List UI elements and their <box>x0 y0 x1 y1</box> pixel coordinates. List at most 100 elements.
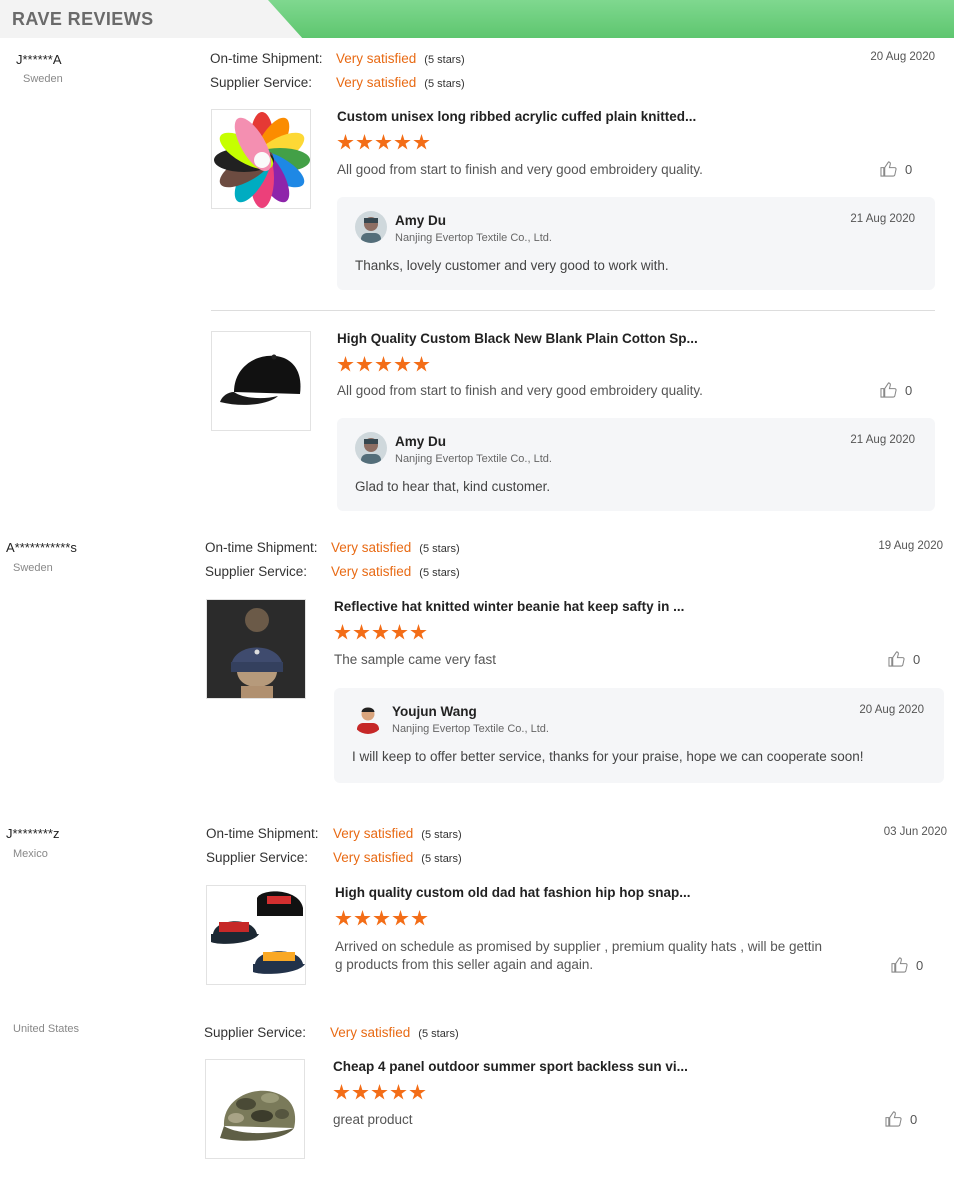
reply-text: Glad to hear that, kind customer. <box>355 479 551 494</box>
shipment-stars-text: (5 stars) <box>421 829 462 841</box>
review-comment-line: Arrived on schedule as promised by suppl… <box>335 939 822 954</box>
product-thumbnail[interactable] <box>205 1059 305 1159</box>
shipment-stars-text: (5 stars) <box>419 543 460 555</box>
star-icon <box>410 624 427 640</box>
star-icon <box>375 356 392 372</box>
shipment-rating: On-time Shipment: Very satisfied (5 stars) <box>205 540 460 555</box>
supplier-company: Nanjing Evertop Textile Co., Ltd. <box>395 453 552 465</box>
product-title-link[interactable]: Custom unisex long ribbed acrylic cuffed… <box>337 109 696 124</box>
review-comment: All good from start to finish and very g… <box>337 162 703 177</box>
supplier-company: Nanjing Evertop Textile Co., Ltd. <box>395 232 552 244</box>
review-date: 03 Jun 2020 <box>883 826 947 838</box>
star-icon <box>356 134 373 150</box>
service-value: Very satisfied <box>336 75 417 90</box>
star-icon <box>390 1084 407 1100</box>
star-icon <box>333 1084 350 1100</box>
service-stars-text: (5 stars) <box>419 567 460 579</box>
shipment-label: On-time Shipment: <box>205 540 318 555</box>
like-button[interactable]: 0 <box>880 382 912 398</box>
camo-cap-image <box>206 1060 304 1158</box>
product-star-rating <box>333 1084 426 1101</box>
shipment-rating: On-time Shipment: Very satisfied (5 stars) <box>210 51 465 66</box>
supplier-name: Amy Du <box>395 213 447 228</box>
reviewer-country: Mexico <box>13 848 48 860</box>
shipment-value: Very satisfied <box>331 540 412 555</box>
star-icon <box>373 910 390 926</box>
shipment-stars-text: (5 stars) <box>424 54 465 66</box>
like-button[interactable]: 0 <box>880 161 912 177</box>
product-thumbnail[interactable] <box>211 331 311 431</box>
product-title-link[interactable]: Cheap 4 panel outdoor summer sport backl… <box>333 1059 688 1074</box>
supplier-name: Amy Du <box>395 434 447 449</box>
reviewer-name: J******A <box>16 52 62 67</box>
star-icon <box>394 134 411 150</box>
star-icon <box>411 910 428 926</box>
star-icon <box>335 910 352 926</box>
like-button[interactable]: 0 <box>888 651 920 667</box>
star-icon <box>371 1084 388 1100</box>
reply-text: I will keep to offer better service, tha… <box>352 749 864 764</box>
shipment-value: Very satisfied <box>336 51 417 66</box>
like-button[interactable]: 0 <box>885 1111 917 1127</box>
product-title-link[interactable]: High quality custom old dad hat fashion … <box>335 885 691 900</box>
service-label: Supplier Service: <box>204 1025 307 1040</box>
star-icon <box>334 624 351 640</box>
product-title-link[interactable]: Reflective hat knitted winter beanie hat… <box>334 599 684 614</box>
reviewer-country: Sweden <box>23 73 63 85</box>
thumbs-up-icon <box>885 1111 902 1127</box>
product-star-rating <box>335 910 428 927</box>
product-title-link[interactable]: High Quality Custom Black New Blank Plai… <box>337 331 698 346</box>
shipment-label: On-time Shipment: <box>206 826 319 841</box>
service-label: Supplier Service: <box>206 850 309 865</box>
star-icon <box>354 910 371 926</box>
reviewer-name: J********z <box>6 826 60 841</box>
review-comment: great product <box>333 1112 413 1127</box>
product-star-rating <box>334 624 427 641</box>
reviewer-country: Sweden <box>13 562 53 574</box>
service-stars-text: (5 stars) <box>424 78 465 90</box>
shipment-label: On-time Shipment: <box>210 51 323 66</box>
thumbs-up-icon <box>888 651 905 667</box>
section-title: RAVE REVIEWS <box>12 9 154 29</box>
product-divider <box>211 310 935 311</box>
service-value: Very satisfied <box>331 564 412 579</box>
service-rating: Supplier Service: Very satisfied (5 stars) <box>204 1025 459 1040</box>
service-value: Very satisfied <box>333 850 414 865</box>
like-button[interactable]: 0 <box>891 957 923 973</box>
supplier-avatar <box>355 432 387 464</box>
like-count: 0 <box>905 161 913 177</box>
product-thumbnail[interactable] <box>206 599 306 699</box>
star-icon <box>392 910 409 926</box>
service-rating: Supplier Service: Very satisfied (5 stars) <box>205 564 460 579</box>
product-thumbnail[interactable] <box>211 109 311 209</box>
supplier-reply: Amy Du Nanjing Evertop Textile Co., Ltd.… <box>337 197 935 290</box>
star-icon <box>391 624 408 640</box>
reply-date: 21 Aug 2020 <box>850 213 915 225</box>
review-date: 20 Aug 2020 <box>870 51 935 63</box>
service-rating: Supplier Service: Very satisfied (5 stars) <box>210 75 465 90</box>
service-value: Very satisfied <box>330 1025 411 1040</box>
thumbs-up-icon <box>891 957 908 973</box>
reply-date: 21 Aug 2020 <box>850 434 915 446</box>
product-star-rating <box>337 356 430 373</box>
star-icon <box>409 1084 426 1100</box>
star-icon <box>413 134 430 150</box>
product-star-rating <box>337 134 430 151</box>
reply-text: Thanks, lovely customer and very good to… <box>355 258 669 273</box>
header-accent-stripe <box>268 0 954 38</box>
review-comment-line: g products from this seller again and ag… <box>335 957 594 972</box>
pompom-beanie-image <box>207 600 305 698</box>
review-date: 19 Aug 2020 <box>878 540 943 552</box>
snapback-caps-image <box>207 886 305 984</box>
review-comment: Arrived on schedule as promised by suppl… <box>335 938 822 974</box>
supplier-name: Youjun Wang <box>392 704 477 719</box>
product-thumbnail[interactable] <box>206 885 306 985</box>
supplier-avatar <box>352 702 384 734</box>
rave-reviews-header: RAVE REVIEWS <box>0 0 954 38</box>
black-cap-image <box>212 332 310 430</box>
service-stars-text: (5 stars) <box>421 853 462 865</box>
star-icon <box>337 356 354 372</box>
shipment-value: Very satisfied <box>333 826 414 841</box>
star-icon <box>356 356 373 372</box>
service-label: Supplier Service: <box>205 564 308 579</box>
